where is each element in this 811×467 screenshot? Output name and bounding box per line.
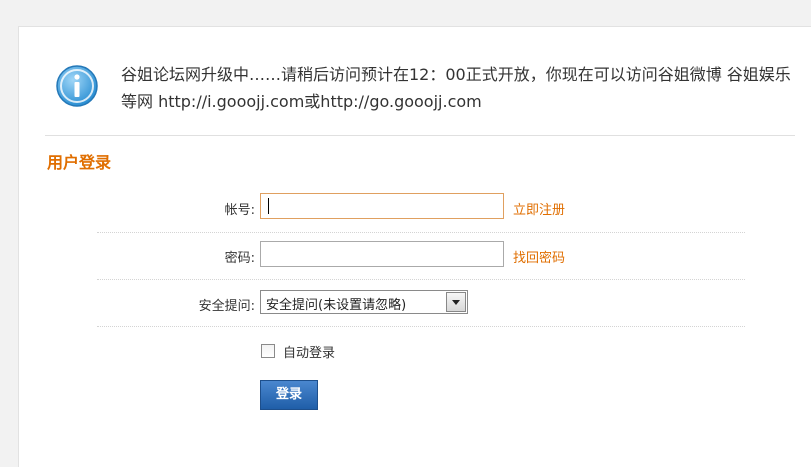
password-input[interactable] (260, 241, 504, 267)
login-button[interactable]: 登录 (260, 380, 318, 410)
security-question-value: 安全提问(未设置请忽略) (266, 298, 407, 313)
security-question-label: 安全提问: (198, 299, 255, 314)
text-caret (268, 198, 269, 214)
divider (45, 135, 795, 136)
forgot-password-link[interactable]: 找回密码 (513, 247, 565, 266)
row-separator (97, 279, 745, 280)
section-title: 用户登录 (47, 153, 112, 172)
password-label: 密码: (224, 251, 255, 266)
notice-text: 谷姐论坛网升级中……请稍后访问预计在12：00正式开放，你现在可以访问谷姐微博 … (121, 65, 791, 111)
register-link[interactable]: 立即注册 (513, 199, 565, 218)
chevron-down-icon[interactable] (446, 292, 466, 312)
row-separator (97, 232, 745, 233)
auto-login-label[interactable]: 自动登录 (283, 342, 335, 361)
info-icon (55, 64, 99, 108)
account-label: 帐号: (224, 203, 255, 218)
auto-login-checkbox[interactable] (261, 344, 275, 358)
notice-box: 谷姐论坛网升级中……请稍后访问预计在12：00正式开放，你现在可以访问谷姐微博 … (55, 61, 795, 135)
login-panel: 谷姐论坛网升级中……请稍后访问预计在12：00正式开放，你现在可以访问谷姐微博 … (18, 26, 811, 467)
row-separator (97, 326, 745, 327)
security-question-select[interactable]: 安全提问(未设置请忽略) (260, 290, 468, 314)
account-input[interactable] (260, 193, 504, 219)
